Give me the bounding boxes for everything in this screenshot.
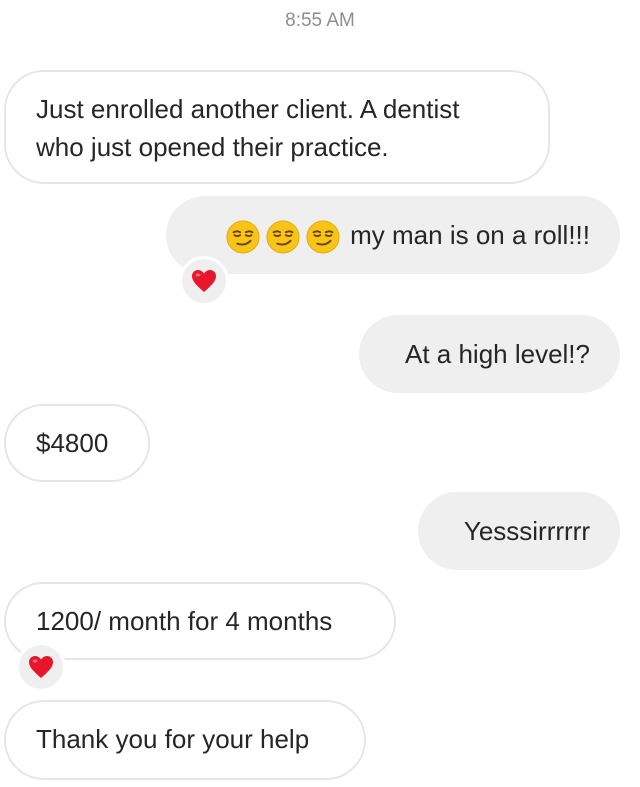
message-text-line: who just opened their practice. — [36, 132, 389, 162]
reaction-badge[interactable] — [179, 256, 229, 306]
red-heart-icon — [192, 270, 216, 292]
message-text: Yesssirrrrrr — [463, 516, 590, 546]
message-bubble-incoming[interactable]: $4800 — [4, 404, 150, 482]
message-bubble-incoming[interactable]: 1200/ month for 4 months — [4, 582, 396, 660]
message-text: $4800 — [36, 428, 109, 458]
message-bubble-outgoing[interactable]: At a high level!? — [359, 315, 620, 393]
message-text-line: Just enrolled another client. A dentist — [36, 94, 460, 124]
smirking-face-icon — [306, 220, 340, 254]
message-text: 1200/ month for 4 months — [36, 606, 333, 636]
reaction-badge[interactable] — [16, 642, 66, 692]
message-bubble-incoming[interactable]: Thank you for your help — [4, 700, 366, 780]
smirking-face-icon — [226, 220, 260, 254]
smirking-face-icon — [266, 220, 300, 254]
message-bubble-outgoing[interactable]: my man is on a roll!!! — [166, 196, 620, 274]
message-text: Thank you for your help — [36, 724, 310, 754]
message-bubble-outgoing[interactable]: Yesssirrrrrr — [418, 492, 620, 570]
message-text: my man is on a roll!!! — [350, 220, 590, 250]
message-timestamp: 8:55 AM — [285, 10, 355, 31]
message-text: At a high level!? — [404, 339, 590, 369]
red-heart-icon — [29, 656, 53, 678]
emoji-group — [226, 220, 340, 254]
message-bubble-incoming[interactable]: Just enrolled another client. A dentist … — [4, 70, 550, 184]
